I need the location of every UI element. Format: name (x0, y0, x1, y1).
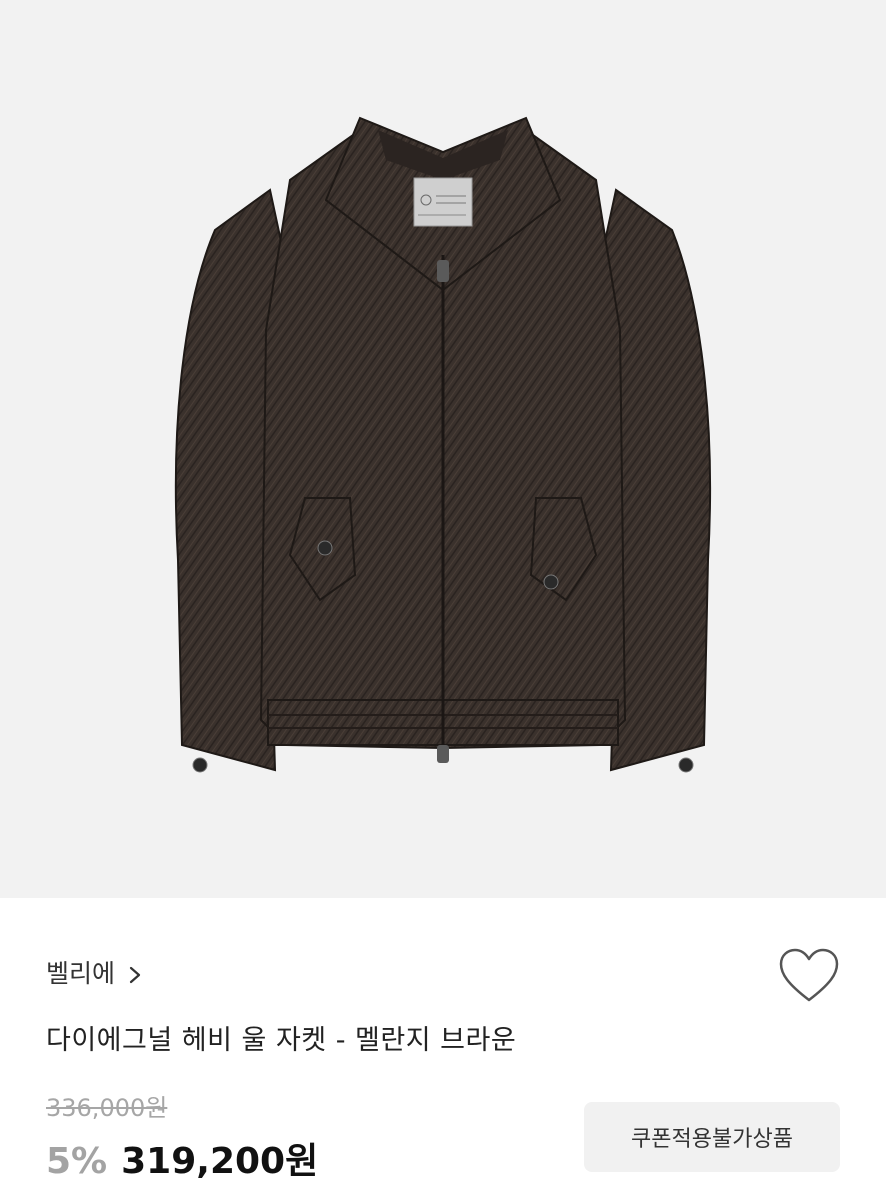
chevron-right-icon (125, 962, 145, 984)
original-price: 336,000원 (46, 1094, 168, 1122)
discount-rate: 5% (46, 1141, 108, 1182)
product-title: 다이에그널 헤비 울 자켓 - 멜란지 브라운 (46, 1025, 517, 1056)
jacket-product-photo (174, 116, 712, 773)
price-row: 5% 319,200원 (46, 1132, 318, 1184)
coupon-unavailable-badge: 쿠폰적용불가상품 (584, 1102, 840, 1172)
product-detail-page: 벨리에 다이에그널 헤비 울 자켓 - 멜란지 브라운 336,000원 5% … (0, 0, 886, 1200)
brand-link[interactable]: 벨리에 (46, 952, 145, 992)
like-button[interactable] (776, 946, 842, 1006)
brand-name: 벨리에 (46, 959, 116, 988)
heart-icon (776, 948, 842, 1010)
product-image[interactable] (0, 0, 886, 898)
sale-price: 319,200원 (121, 1141, 319, 1182)
